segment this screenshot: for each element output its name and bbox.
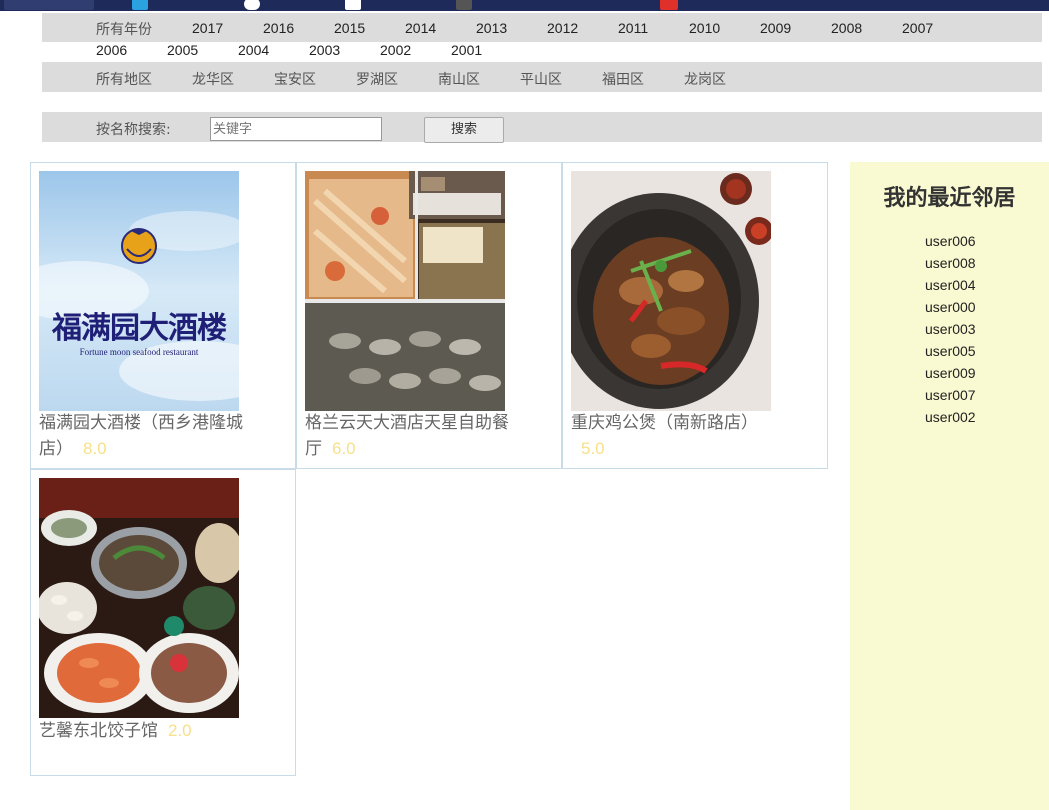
year-option[interactable]: 2014 [405, 20, 436, 36]
neighbor-item[interactable]: user002 [925, 406, 976, 428]
search-button[interactable]: 搜索 [424, 117, 504, 143]
district-filter-all[interactable]: 所有地区 [96, 69, 152, 89]
neighbor-item[interactable]: user008 [925, 252, 976, 274]
year-filter-all[interactable]: 所有年份 [96, 19, 152, 39]
restaurant-image[interactable] [305, 171, 505, 411]
district-option[interactable]: 龙华区 [192, 69, 234, 89]
year-option[interactable]: 2012 [547, 20, 578, 36]
year-option[interactable]: 2004 [238, 42, 269, 58]
bookmark-icon[interactable] [132, 0, 148, 10]
year-option[interactable]: 2001 [451, 42, 482, 58]
district-option[interactable]: 龙岗区 [684, 69, 726, 89]
restaurant-score: 8.0 [83, 439, 107, 458]
year-option[interactable]: 2006 [96, 42, 127, 58]
restaurant-name[interactable]: 重庆鸡公煲（南新路店） [571, 413, 758, 433]
restaurant-logo-subtext: Fortune moon seafood restaurant [79, 347, 199, 357]
district-option[interactable]: 宝安区 [274, 69, 316, 89]
year-filter-bar: 所有年份 2017 2016 2015 2014 2013 2012 2011 … [42, 13, 1042, 42]
year-filter-overflow: 2006 2005 2004 2003 2002 2001 [42, 42, 1042, 59]
restaurant-score: 6.0 [332, 439, 356, 458]
restaurant-card[interactable]: 福满园大酒楼 Fortune moon seafood restaurant 福… [30, 162, 296, 469]
neighbor-item[interactable]: user004 [925, 274, 976, 296]
year-option[interactable]: 2009 [760, 20, 791, 36]
restaurant-card[interactable]: 艺馨东北饺子馆 2.0 [30, 469, 296, 776]
restaurant-image[interactable] [39, 478, 239, 718]
restaurant-caption: 福满园大酒楼（西乡港隆城店） 8.0 [39, 411, 249, 462]
year-option[interactable]: 2002 [380, 42, 411, 58]
restaurant-image[interactable] [571, 171, 771, 411]
restaurant-logo-text: 福满园大酒楼 [52, 311, 227, 346]
year-option[interactable]: 2008 [831, 20, 862, 36]
restaurant-card[interactable]: 重庆鸡公煲（南新路店） 5.0 [562, 162, 828, 469]
search-input[interactable] [210, 117, 382, 141]
restaurant-caption: 格兰云天大酒店天星自助餐厅 6.0 [305, 411, 515, 462]
district-filter-bar: 所有地区 龙华区 宝安区 罗湖区 南山区 平山区 福田区 龙岗区 [42, 62, 1042, 92]
neighbor-item[interactable]: user003 [925, 318, 976, 340]
neighbor-item[interactable]: user006 [925, 230, 976, 252]
search-bar: 按名称搜索: 搜索 [42, 112, 1042, 143]
search-label: 按名称搜索: [96, 122, 171, 138]
bookmark-icon[interactable] [660, 0, 678, 10]
year-option[interactable]: 2013 [476, 20, 507, 36]
neighbor-item[interactable]: user005 [925, 340, 976, 362]
restaurant-score: 5.0 [581, 439, 605, 458]
restaurant-image[interactable]: 福满园大酒楼 Fortune moon seafood restaurant [39, 171, 239, 411]
restaurant-name[interactable]: 艺馨东北饺子馆 [39, 721, 158, 741]
restaurant-caption: 重庆鸡公煲（南新路店） 5.0 [571, 411, 781, 462]
year-option[interactable]: 2007 [902, 20, 933, 36]
year-option[interactable]: 2016 [263, 20, 294, 36]
year-option[interactable]: 2015 [334, 20, 365, 36]
year-option[interactable]: 2011 [618, 20, 648, 36]
restaurant-score: 2.0 [168, 721, 192, 740]
bookmark-icon[interactable] [244, 0, 260, 10]
year-option[interactable]: 2010 [689, 20, 720, 36]
year-option[interactable]: 2005 [167, 42, 198, 58]
sidebar-title: 我的最近邻居 [883, 186, 1016, 211]
neighbor-item[interactable]: user009 [925, 362, 976, 384]
bookmark-item[interactable] [4, 0, 94, 10]
neighbor-item[interactable]: user007 [925, 384, 976, 406]
neighbor-item[interactable]: user000 [925, 296, 976, 318]
year-option[interactable]: 2017 [192, 20, 223, 36]
bookmark-icon[interactable] [456, 0, 472, 10]
restaurant-caption: 艺馨东北饺子馆 2.0 [39, 718, 249, 744]
bookmark-icon[interactable] [345, 0, 361, 10]
browser-bookmarks-bar [0, 0, 1049, 11]
restaurant-name[interactable]: 福满园大酒楼（西乡港隆城店） [39, 413, 243, 459]
district-option[interactable]: 福田区 [602, 69, 644, 89]
neighbor-list: user006 user008 user004 user000 user003 … [925, 230, 976, 428]
district-option[interactable]: 罗湖区 [356, 69, 398, 89]
neighbors-sidebar: 我的最近邻居 user006 user008 user004 user000 u… [850, 162, 1049, 810]
district-option[interactable]: 南山区 [438, 69, 480, 89]
restaurant-card[interactable]: 格兰云天大酒店天星自助餐厅 6.0 [296, 162, 562, 469]
district-option[interactable]: 平山区 [520, 69, 562, 89]
year-option[interactable]: 2003 [309, 42, 340, 58]
